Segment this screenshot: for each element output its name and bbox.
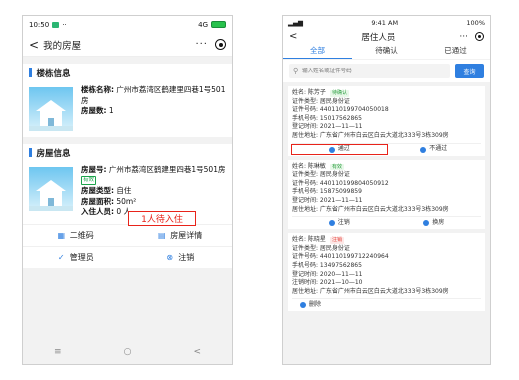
id-number: 证件号码: 440110199704050018 xyxy=(292,106,389,114)
battery-label: 100% xyxy=(466,18,485,27)
building-name: 楼栋名称: 广州市荔湾区鹤建里四巷1号501房 xyxy=(81,85,226,105)
search-input[interactable] xyxy=(302,68,450,74)
target-icon[interactable] xyxy=(475,32,484,41)
house-actions: ▦ 二维码 ▤ 房屋详情 ✓ 管理员 ⊗ 注销 xyxy=(23,223,232,268)
resident-actions: 删除 xyxy=(292,298,481,311)
admin-button[interactable]: ✓ 管理员 xyxy=(23,245,128,268)
resident-name: 姓名: 陈晓星 xyxy=(292,236,326,244)
search-icon: ⚲ xyxy=(293,67,299,75)
approve-icon xyxy=(328,146,335,153)
phone-number: 手机号码: 15875099859 xyxy=(292,188,362,196)
qr-code-button[interactable]: ▦ 二维码 xyxy=(23,223,128,246)
status-badge: 有效 xyxy=(329,163,344,171)
tab-approved[interactable]: 已通过 xyxy=(421,44,490,59)
id-type: 证件类型: 居民身份证 xyxy=(292,171,350,179)
register-time: 登记时间: 2021—11—11 xyxy=(292,123,363,131)
signal-label: 4G xyxy=(198,20,208,29)
resident-actions: 通过 不通过 xyxy=(291,142,482,156)
notification-icon xyxy=(52,21,60,28)
nav-bar: < 居住人员 ··· xyxy=(283,29,490,44)
search-row: ⚲ 查询 xyxy=(283,60,490,82)
building-card[interactable]: 楼栋名称: 广州市荔湾区鹤建里四巷1号501房 房屋数: 1 xyxy=(23,81,232,137)
resident-card: 姓名: 陈晓星 注销 证件类型: 居民身份证 证件号码: 44011019971… xyxy=(288,233,485,312)
id-type: 证件类型: 居民身份证 xyxy=(292,97,350,105)
more-button[interactable]: ··· xyxy=(459,32,468,42)
check-circle-icon: ✓ xyxy=(57,252,65,262)
search-box: ⚲ xyxy=(289,64,450,78)
house-section-title: 房屋信息 xyxy=(23,144,232,161)
menu-icon[interactable]: ≡ xyxy=(54,347,62,357)
target-icon[interactable] xyxy=(215,39,226,50)
back-button[interactable]: < xyxy=(289,31,297,42)
nav-bar: < 我的房屋 ··· xyxy=(23,33,232,57)
phone-number: 手机号码: 13497562865 xyxy=(292,261,362,269)
house-detail-button[interactable]: ▤ 房屋详情 xyxy=(127,223,232,246)
more-button[interactable]: ··· xyxy=(195,39,208,50)
section-marker xyxy=(29,148,32,157)
status-bar: ▂▄▆ 9:41 AM 100% xyxy=(283,16,490,29)
system-nav-bar: ≡ ○ < xyxy=(23,340,232,364)
back-button[interactable]: < xyxy=(29,39,39,51)
delete-button[interactable]: 删除 xyxy=(292,301,321,310)
home-icon[interactable]: ○ xyxy=(124,347,132,357)
cancel-time: 注销时间: 2021—10—10 xyxy=(292,279,363,287)
status-time: 10:50 xyxy=(29,20,50,29)
residents-screen: ▂▄▆ 9:41 AM 100% < 居住人员 ··· 全部 待确认 已通过 ⚲… xyxy=(282,15,491,365)
my-house-screen: 10:50 ·· 4G < 我的房屋 ··· 楼栋信息 楼栋名称: 广州市荔湾区… xyxy=(22,15,233,365)
resident-name: 姓名: 陈琳敏 xyxy=(292,162,326,170)
tab-all[interactable]: 全部 xyxy=(283,44,352,59)
more-status-icon: ·· xyxy=(62,20,67,29)
reject-button[interactable]: 不通过 xyxy=(387,145,482,154)
address: 居住地址: 广东省广州市白云区白云大道北333号3栋309房 xyxy=(292,131,449,139)
building-section-title: 楼栋信息 xyxy=(23,64,232,81)
pending-residents-callout: 1人待入住 xyxy=(128,211,196,226)
section-marker xyxy=(29,68,32,77)
house-count: 房屋数: 1 xyxy=(81,106,114,115)
close-circle-icon: ⊗ xyxy=(166,252,174,262)
signal-icon: ▂▄▆ xyxy=(288,18,303,27)
cancel-resident-button[interactable]: 注销 xyxy=(292,219,387,228)
screenshot-canvas: 10:50 ·· 4G < 我的房屋 ··· 楼栋信息 楼栋名称: 广州市荔湾区… xyxy=(0,0,519,380)
trash-icon xyxy=(300,302,306,309)
house-icon xyxy=(423,220,430,227)
reject-icon xyxy=(420,146,427,153)
address: 居住地址: 广东省广州市白云区白云大道北333号3栋309房 xyxy=(292,205,449,213)
search-button[interactable]: 查询 xyxy=(455,64,484,78)
register-time: 登记时间: 2021—11—11 xyxy=(292,196,363,204)
document-icon: ▤ xyxy=(157,230,166,240)
id-number: 证件号码: 440110199712240964 xyxy=(292,253,389,261)
house-area: 房屋面积: 50m² xyxy=(81,196,137,206)
address: 居住地址: 广东省广州市白云区白云大道北333号3栋309房 xyxy=(292,287,449,295)
house-number: 房屋号: 广州市荔湾区鹤建里四巷1号501房 有效 xyxy=(81,165,226,185)
cancel-icon xyxy=(328,220,335,227)
cancel-house-button[interactable]: ⊗ 注销 xyxy=(127,245,232,268)
status-time: 9:41 AM xyxy=(371,18,399,27)
house-image xyxy=(29,167,73,211)
valid-tag: 有效 xyxy=(81,176,97,185)
page-title: 我的房屋 xyxy=(43,40,82,52)
page-title: 居住人员 xyxy=(361,32,396,43)
change-house-button[interactable]: 换房 xyxy=(387,219,482,228)
status-bar: 10:50 ·· 4G xyxy=(23,16,232,33)
resident-name: 姓名: 陈芳子 xyxy=(292,89,326,96)
resident-actions: 注销 换房 xyxy=(292,216,481,229)
tab-pending[interactable]: 待确认 xyxy=(352,44,421,59)
register-time: 登记时间: 2020—11—11 xyxy=(292,270,363,278)
qr-code-icon: ▦ xyxy=(57,230,66,240)
house-image xyxy=(29,87,73,131)
filter-tabs: 全部 待确认 已通过 xyxy=(283,44,490,59)
status-badge: 注销 xyxy=(329,237,344,244)
resident-card: 姓名: 陈琳敏 有效 证件类型: 居民身份证 证件号码: 44011019980… xyxy=(288,159,485,230)
battery-icon xyxy=(211,21,226,28)
house-type: 房屋类型: 自住 xyxy=(81,186,132,195)
status-badge: 待确认 xyxy=(329,90,349,97)
system-back-icon[interactable]: < xyxy=(193,347,201,357)
resident-card: 姓名: 陈芳子 待确认 证件类型: 居民身份证 证件号码: 4401101997… xyxy=(288,86,485,156)
approve-button[interactable]: 通过 xyxy=(291,144,388,155)
